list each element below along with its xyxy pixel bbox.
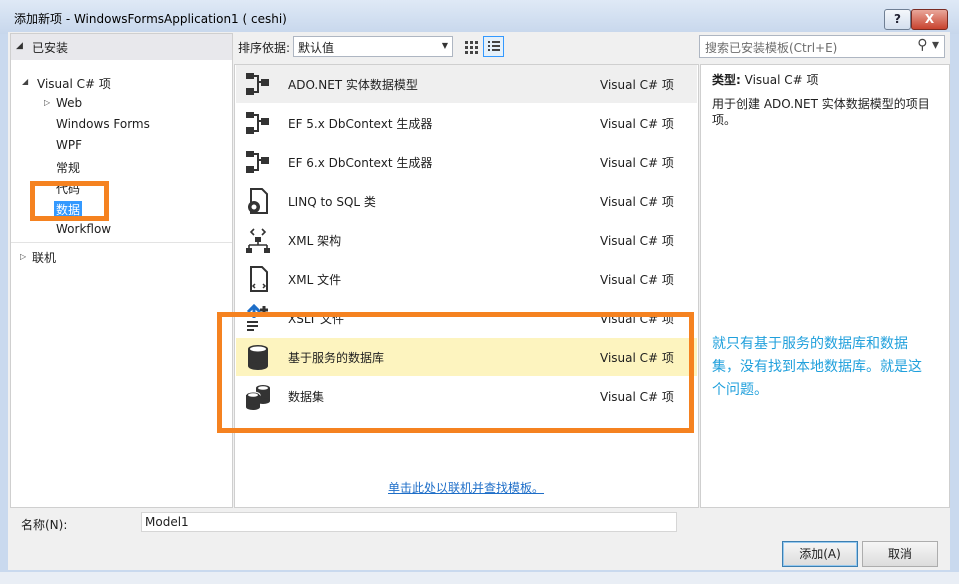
template-row[interactable]: XML 文件 Visual C# 项 [236, 260, 697, 298]
annotation-note: 就只有基于服务的数据库和数据集，没有找到本地数据库。就是这个问题。 [712, 336, 922, 398]
detail-type-value: Visual C# 项 [744, 73, 819, 87]
tree-item-visual-csharp[interactable]: Visual C# 项 [37, 75, 111, 92]
xml-file-icon [250, 266, 268, 292]
detail-pane: 类型: Visual C# 项 用于创建 ADO.NET 实体数据模型的项目项。 [700, 64, 950, 508]
highlight-box-data-category [30, 181, 109, 221]
sort-value: 默认值 [298, 41, 335, 55]
cancel-button[interactable]: 取消 [862, 541, 938, 567]
search-icon[interactable]: ⚲ ▾ [917, 37, 939, 53]
window-bottom-edge [0, 572, 959, 584]
template-row[interactable]: ADO.NET 实体数据模型 Visual C# 项 [236, 65, 697, 103]
installed-label: 已安装 [32, 41, 69, 55]
list-view-icon [488, 41, 500, 51]
tree-item-workflow[interactable]: Workflow [56, 222, 111, 236]
tree-item-web[interactable]: Web [56, 96, 82, 110]
template-name: ADO.NET 实体数据模型 [288, 78, 418, 92]
xml-schema-icon [246, 228, 270, 253]
name-label: 名称(N): [21, 518, 68, 532]
grid-view-icon [465, 41, 478, 54]
ef-generator-icon [246, 151, 269, 173]
template-row[interactable]: EF 5.x DbContext 生成器 Visual C# 项 [236, 104, 697, 142]
installed-header[interactable]: ◢ 已安装 [11, 34, 232, 61]
find-online-templates-link[interactable]: 单击此处以联机并查找模板。 [388, 479, 544, 496]
detail-description: 用于创建 ADO.NET 实体数据模型的项目项。 [712, 97, 930, 127]
template-name: EF 5.x DbContext 生成器 [288, 117, 433, 131]
expanded-arrow-icon[interactable]: ◢ [22, 77, 28, 86]
collapsed-arrow-icon[interactable]: ▷ [44, 98, 50, 107]
template-type: Visual C# 项 [600, 273, 674, 287]
template-row[interactable]: LINQ to SQL 类 Visual C# 项 [236, 182, 697, 220]
detail-type-label: 类型: [712, 73, 741, 87]
detail-type: 类型: Visual C# 项 [712, 71, 819, 88]
template-search-input[interactable]: 搜索已安装模板(Ctrl+E) ⚲ ▾ [699, 35, 945, 58]
template-row[interactable]: XML 架构 Visual C# 项 [236, 221, 697, 259]
template-list: ADO.NET 实体数据模型 Visual C# 项 EF 5.x DbCont… [234, 64, 699, 508]
list-view-button[interactable] [483, 36, 504, 57]
tree-item-wpf[interactable]: WPF [56, 138, 82, 152]
highlight-box-database-items [217, 312, 694, 433]
template-name: LINQ to SQL 类 [288, 195, 376, 209]
linq-icon [248, 188, 268, 214]
online-category[interactable]: ▷ 联机 [11, 242, 232, 267]
ado-entity-icon [246, 73, 269, 95]
template-type: Visual C# 项 [600, 117, 674, 131]
template-name: XML 文件 [288, 273, 342, 287]
name-value: Model1 [145, 515, 189, 529]
template-type: Visual C# 项 [600, 156, 674, 170]
search-placeholder: 搜索已安装模板(Ctrl+E) [705, 41, 838, 55]
sort-dropdown[interactable]: 默认值 ▼ [293, 36, 453, 57]
collapsed-arrow-icon: ▷ [20, 252, 27, 261]
grid-view-button[interactable] [460, 36, 481, 57]
template-type: Visual C# 项 [600, 195, 674, 209]
tree-item-windows-forms[interactable]: Windows Forms [56, 117, 150, 131]
window-title: 添加新项 - WindowsFormsApplication1 ( ceshi) [14, 12, 287, 26]
chevron-down-icon: ▼ [441, 41, 448, 50]
ef-generator-icon [246, 112, 269, 134]
template-name: EF 6.x DbContext 生成器 [288, 156, 433, 170]
close-button[interactable]: X [911, 9, 948, 30]
template-type: Visual C# 项 [600, 78, 674, 92]
template-row[interactable]: EF 6.x DbContext 生成器 Visual C# 项 [236, 143, 697, 181]
sort-label: 排序依据: [238, 41, 291, 55]
online-label: 联机 [32, 251, 57, 265]
name-input[interactable]: Model1 [141, 512, 677, 532]
category-panel: ◢ 已安装 ◢ Visual C# 项 ▷ Web Windows Forms … [10, 33, 233, 508]
template-name: XML 架构 [288, 234, 342, 248]
add-button[interactable]: 添加(A) [782, 541, 858, 567]
template-type: Visual C# 项 [600, 234, 674, 248]
tree-item-general[interactable]: 常规 [56, 159, 80, 176]
title-bar: 添加新项 - WindowsFormsApplication1 ( ceshi)… [0, 0, 959, 34]
help-button[interactable]: ? [884, 9, 911, 30]
collapse-arrow-icon: ◢ [16, 41, 23, 51]
